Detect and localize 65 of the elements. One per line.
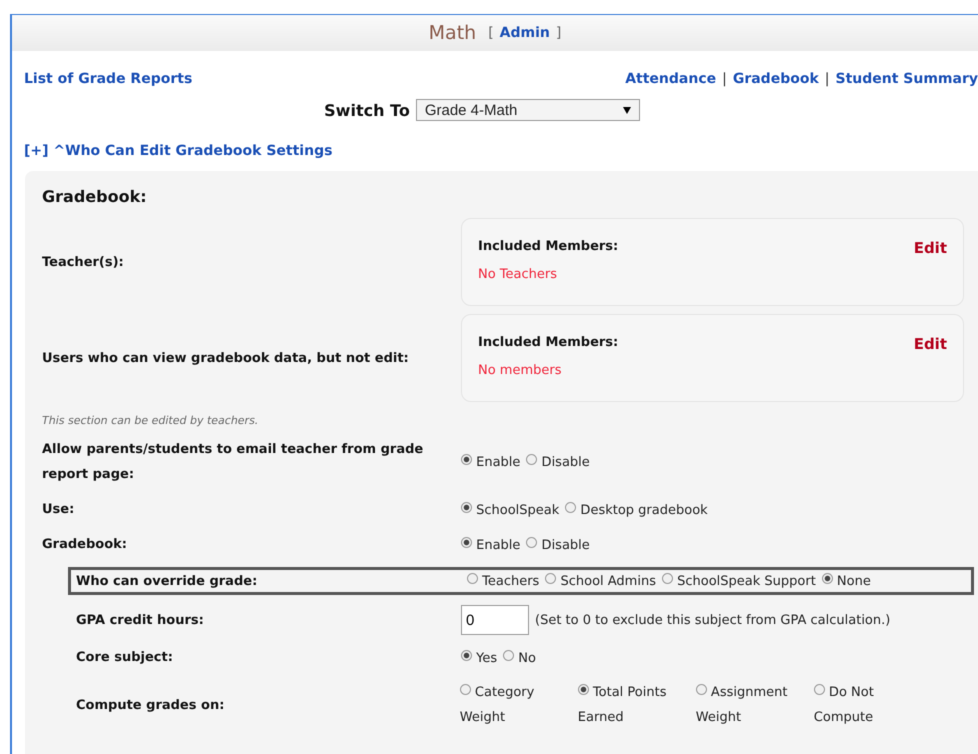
- radio-button[interactable]: [461, 454, 472, 465]
- bracket: ]: [556, 25, 562, 41]
- field-label: Teacher(s):: [42, 254, 125, 272]
- empty-message: No Teachers: [478, 267, 558, 282]
- caret-icon: [622, 106, 631, 114]
- empty-message: No members: [478, 363, 563, 378]
- radio-button[interactable]: [467, 573, 478, 584]
- radio-button[interactable]: [461, 536, 472, 548]
- radio-option[interactable]: Teachers: [467, 573, 540, 589]
- radio-option[interactable]: School Admins: [545, 573, 656, 589]
- separator: |: [722, 71, 727, 87]
- bracket: [: [488, 25, 494, 41]
- radio-button[interactable]: [460, 684, 471, 695]
- radio-button[interactable]: [461, 502, 472, 512]
- field-label: Use:: [42, 501, 76, 519]
- radio-option[interactable]: Disable: [526, 536, 590, 552]
- separator: |: [824, 71, 830, 87]
- section-title: Gradebook:: [42, 187, 148, 206]
- radio-option[interactable]: Yes: [461, 650, 498, 666]
- field-label: Users who can view gradebook data, but not edit:: [42, 350, 410, 368]
- nav-link[interactable]: Gradebook: [732, 71, 819, 87]
- radio-option[interactable]: No: [503, 650, 536, 666]
- radio-option[interactable]: Total Points Earned: [578, 680, 692, 730]
- field-label: Who can override grade:: [75, 572, 258, 590]
- grade-reports-link[interactable]: List of Grade Reports: [24, 71, 192, 87]
- members-heading: Included Members:: [478, 239, 618, 256]
- radio-button[interactable]: [822, 573, 833, 584]
- credit-hours-field[interactable]: 0: [461, 605, 529, 635]
- admin-link[interactable]: Admin: [500, 25, 550, 41]
- radio-button[interactable]: [814, 684, 825, 695]
- radio-option[interactable]: Enable: [461, 454, 520, 470]
- radio-option[interactable]: None: [822, 573, 871, 589]
- radio-button[interactable]: [565, 502, 576, 512]
- page-title: Math: [428, 22, 476, 44]
- members-heading: Included Members:: [478, 335, 618, 352]
- note-text: This section can be edited by teachers.: [42, 414, 260, 427]
- expand-link[interactable]: [+] ^Who Can Edit Gradebook Settings: [24, 143, 332, 159]
- radio-button[interactable]: [526, 454, 538, 465]
- radio-option[interactable]: SchoolSpeak: [461, 502, 560, 518]
- radio-option[interactable]: Category Weight: [460, 680, 574, 730]
- radio-option[interactable]: Do Not Compute: [814, 680, 928, 730]
- radio-option[interactable]: SchoolSpeak Support: [662, 573, 816, 589]
- radio-option[interactable]: Enable: [461, 536, 520, 552]
- field-label: Core subject:: [75, 649, 174, 667]
- radio-button[interactable]: [662, 573, 673, 584]
- field-label: Gradebook:: [42, 536, 128, 554]
- hint-text: (Set to 0 to exclude this subject from GPA calculation.): [535, 612, 890, 628]
- field-label: Compute grades on:: [75, 696, 226, 714]
- radio-option[interactable]: Disable: [526, 454, 590, 470]
- edit-link[interactable]: Edit: [914, 239, 947, 257]
- radio-option[interactable]: Desktop gradebook: [565, 502, 708, 518]
- nav-link[interactable]: Student Summary: [836, 71, 978, 87]
- edit-link[interactable]: Edit: [914, 335, 947, 353]
- radio-button[interactable]: [461, 650, 472, 660]
- radio-button[interactable]: [696, 684, 707, 695]
- field-label: GPA credit hours:: [75, 612, 205, 630]
- nav-link[interactable]: Attendance: [625, 71, 716, 87]
- radio-option[interactable]: Assignment Weight: [696, 680, 810, 730]
- radio-button[interactable]: [526, 536, 538, 548]
- radio-button[interactable]: [545, 573, 556, 584]
- grade-dropdown[interactable]: Grade 4-Math: [416, 99, 640, 121]
- radio-button[interactable]: [578, 684, 589, 695]
- field-label: Allow parents/students to email teacher from grade report page:: [42, 441, 424, 484]
- switch-label: Switch To: [324, 100, 410, 120]
- radio-button[interactable]: [503, 650, 514, 660]
